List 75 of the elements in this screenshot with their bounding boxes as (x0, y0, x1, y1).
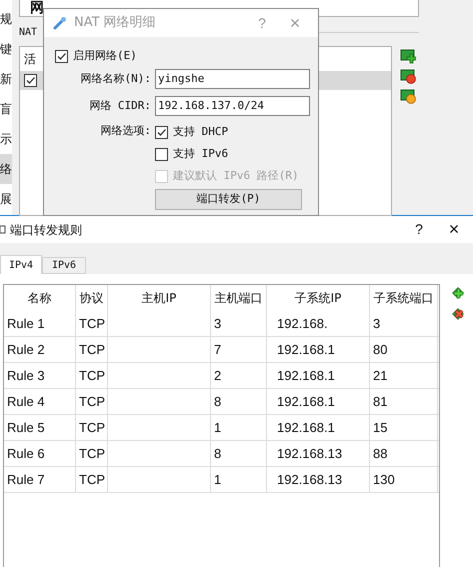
column-header[interactable]: 协议 (76, 285, 108, 311)
sidebar-item[interactable]: 络 (0, 154, 12, 184)
table-cell: TCP (76, 467, 108, 492)
section-label: NAT (19, 26, 38, 40)
enable-network-checkbox[interactable]: 启用网络(E) (55, 47, 318, 65)
option-checkbox[interactable]: 支持 IPv6 (155, 143, 302, 165)
table-cell: 192.168.13 (267, 441, 370, 466)
sidebar-item[interactable]: 规 (0, 4, 12, 34)
table-cell: TCP (76, 337, 108, 362)
table-cell: TCP (76, 311, 108, 336)
table-cell: Rule 1 (4, 311, 76, 336)
table-cell: Rule 6 (4, 441, 76, 466)
table-cell: 8 (211, 441, 267, 466)
table-cell: 1 (211, 415, 267, 440)
column-header[interactable]: 子系统IP (267, 285, 370, 311)
table-cell: Rule 7 (4, 467, 76, 492)
remove-rule-icon[interactable] (450, 306, 466, 322)
table-cell: 192.168.13 (267, 467, 370, 492)
text-field[interactable]: yingshe (155, 69, 310, 89)
close-button[interactable]: × (439, 216, 469, 243)
column-header[interactable]: 名称 (4, 285, 76, 311)
table-cell: 1 (211, 467, 267, 492)
table-cell: 15 (370, 415, 438, 440)
edit-network-icon[interactable] (400, 88, 416, 104)
table-cell: Rule 3 (4, 363, 76, 388)
table-cell: 2 (211, 363, 267, 388)
table-cell: TCP (76, 389, 108, 414)
table-cell: Rule 5 (4, 415, 76, 440)
tab[interactable]: IPv4 (0, 255, 42, 274)
table-cell: 192.168.1 (267, 389, 370, 414)
field-label: 网络选项: (99, 122, 152, 139)
window-title: 端口转发规则 (9, 222, 83, 238)
page-title: 网 (30, 0, 44, 16)
sidebar-item[interactable]: 示 (0, 124, 12, 154)
remove-network-icon[interactable] (400, 68, 416, 84)
sidebar-item[interactable]: 键 (0, 34, 12, 64)
table-cell: 130 (370, 467, 438, 492)
table-cell: TCP (76, 415, 108, 440)
table-cell: TCP (76, 363, 108, 388)
table-cell: TCP (76, 441, 108, 466)
dialog-title: NAT 网络明细 (74, 14, 157, 32)
table-cell: 192.168.1 (267, 337, 370, 362)
table-cell: 192.168.1 (267, 363, 370, 388)
table-cell: Rule 4 (4, 389, 76, 414)
column-header[interactable]: 子系统端口 (370, 285, 438, 311)
add-rule-icon[interactable] (450, 285, 466, 301)
sidebar-item[interactable]: 新 (0, 64, 12, 94)
column-header[interactable]: 主机端口 (211, 285, 267, 311)
tab[interactable]: IPv6 (42, 257, 86, 274)
text-field[interactable]: 192.168.137.0/24 (155, 96, 310, 116)
checkbox[interactable] (24, 74, 37, 87)
table-cell: 80 (370, 337, 438, 362)
add-network-icon[interactable] (400, 48, 416, 64)
table-cell: 192.168. (267, 311, 370, 336)
table-cell: 21 (370, 363, 438, 388)
checkbox[interactable] (155, 148, 168, 160)
column-header: 活 (24, 51, 36, 68)
option-checkbox[interactable]: 支持 DHCP (155, 121, 302, 143)
table-cell: 7 (211, 337, 267, 362)
table-cell: 88 (370, 441, 438, 466)
checkbox[interactable] (155, 126, 168, 138)
sidebar-item[interactable]: 展 (0, 184, 12, 214)
table-cell: 3 (370, 311, 438, 336)
table-cell: Rule 2 (4, 337, 76, 362)
table-cell: 3 (211, 311, 267, 336)
field-label: 网络名称(N): (80, 70, 152, 87)
table-cell: 81 (370, 389, 438, 414)
help-button[interactable]: ? (399, 219, 439, 240)
field-label: 网络 CIDR: (88, 98, 152, 114)
sidebar-item[interactable]: 盲 (0, 94, 12, 124)
table-cell: 192.168.1 (267, 415, 370, 440)
port-forwarding-button[interactable]: 端口转发(P) (155, 189, 302, 210)
column-header[interactable]: 主机IP (108, 285, 211, 311)
table-cell: 8 (211, 389, 267, 414)
checkbox[interactable] (55, 50, 68, 62)
